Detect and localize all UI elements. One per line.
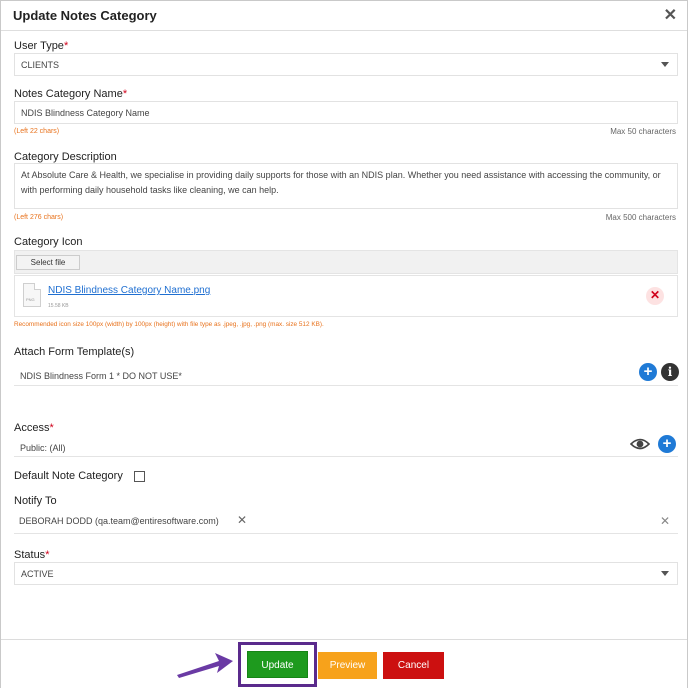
remove-tag-close-icon[interactable]: ✕: [237, 513, 247, 527]
info-icon[interactable]: i: [661, 363, 679, 381]
access-label: Access*: [14, 422, 54, 434]
add-form-template-plus-icon[interactable]: +: [639, 363, 657, 381]
notes-category-name-input[interactable]: NDIS Blindness Category Name: [14, 101, 678, 124]
category-description-max-chars: Max 500 characters: [605, 213, 676, 222]
close-icon[interactable]: ✕: [664, 5, 677, 25]
default-note-category-checkbox[interactable]: [134, 471, 145, 482]
dialog-header: Update Notes Category ✕: [1, 1, 687, 31]
uploaded-file-size: 15.58 KB: [48, 303, 69, 309]
notes-category-name-max-chars: Max 50 characters: [610, 127, 676, 136]
select-file-button[interactable]: Select file: [16, 255, 80, 270]
add-access-plus-icon[interactable]: +: [658, 435, 676, 453]
preview-button[interactable]: Preview: [318, 652, 377, 679]
attach-form-template-value: NDIS Blindness Form 1 * DO NOT USE*: [20, 371, 182, 381]
access-field[interactable]: Public: (All): [14, 436, 678, 457]
user-type-select[interactable]: CLIENTS: [14, 53, 678, 76]
remove-file-icon[interactable]: ✕: [646, 287, 664, 305]
chevron-down-icon: [661, 62, 669, 67]
user-type-label: User Type*: [14, 40, 69, 52]
eye-icon[interactable]: [630, 438, 650, 450]
category-icon-hint: Recommended icon size 100px (width) by 1…: [14, 321, 324, 328]
status-value: ACTIVE: [21, 569, 54, 579]
attach-form-template-field[interactable]: NDIS Blindness Form 1 * DO NOT USE*: [14, 364, 678, 386]
access-value: Public: (All): [20, 443, 66, 453]
user-type-value: CLIENTS: [21, 60, 60, 70]
notes-category-name-left-chars: (Left 22 chars): [14, 128, 60, 135]
notify-to-tag: DEBORAH DODD (qa.team@entiresoftware.com…: [19, 516, 219, 526]
file-icon: PNG: [23, 283, 41, 307]
pointer-arrow-icon: [177, 653, 233, 678]
default-note-category-label: Default Note Category: [14, 470, 123, 482]
dialog-title: Update Notes Category: [13, 8, 157, 23]
notes-category-name-value: NDIS Blindness Category Name: [21, 108, 150, 118]
category-icon-label: Category Icon: [14, 236, 83, 248]
file-upload-zone[interactable]: [14, 250, 678, 274]
category-description-textarea[interactable]: At Absolute Care & Health, we specialise…: [14, 163, 678, 209]
chevron-down-icon: [661, 571, 669, 576]
notify-to-label: Notify To: [14, 495, 57, 507]
cancel-button[interactable]: Cancel: [383, 652, 444, 679]
update-notes-category-dialog: Update Notes Category ✕ User Type* CLIEN…: [0, 0, 688, 688]
update-button[interactable]: Update: [247, 651, 308, 678]
uploaded-file-row: PNG NDIS Blindness Category Name.png 15.…: [14, 275, 678, 317]
attach-form-template-label: Attach Form Template(s): [14, 346, 135, 358]
clear-all-close-icon[interactable]: ✕: [660, 514, 670, 528]
category-description-value: At Absolute Care & Health, we specialise…: [21, 170, 661, 195]
category-description-left-chars: (Left 276 chars): [14, 214, 64, 221]
notes-category-name-label: Notes Category Name*: [14, 88, 128, 100]
uploaded-file-link[interactable]: NDIS Blindness Category Name.png: [48, 285, 210, 296]
status-label: Status*: [14, 549, 50, 561]
category-description-label: Category Description: [14, 151, 117, 163]
status-select[interactable]: ACTIVE: [14, 562, 678, 585]
